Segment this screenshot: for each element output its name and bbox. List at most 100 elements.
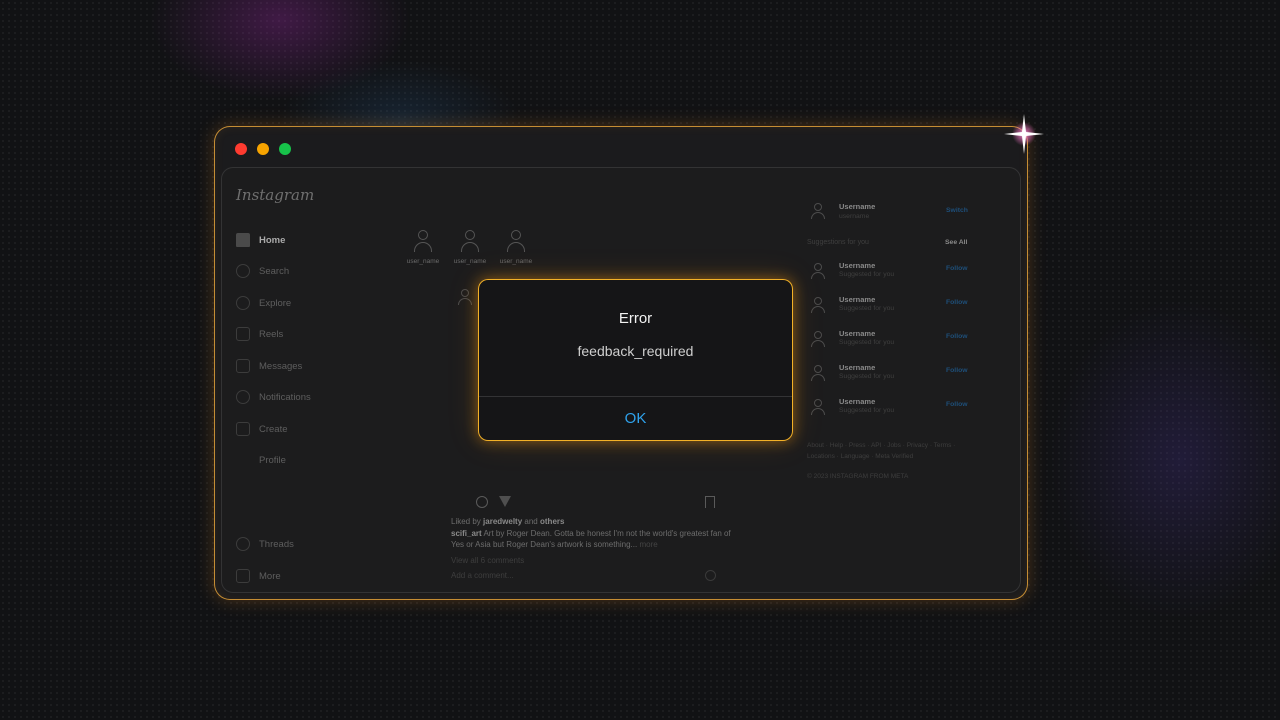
post-caption: scifi_art Art by Roger Dean. Gotta be ho… bbox=[451, 529, 741, 550]
plus-square-icon bbox=[236, 422, 250, 436]
suggestion-sub: Suggested for you bbox=[839, 407, 895, 414]
heart-icon bbox=[236, 390, 250, 404]
story-item[interactable]: user_name bbox=[493, 230, 539, 265]
suggestion-avatar[interactable] bbox=[811, 297, 825, 315]
error-dialog: Error feedback_required OK bbox=[478, 279, 793, 441]
avatar bbox=[458, 289, 472, 305]
threads-icon bbox=[236, 537, 250, 551]
current-user-avatar[interactable] bbox=[811, 203, 825, 221]
sidebar-item-label: Reels bbox=[259, 328, 284, 340]
dialog-message: feedback_required bbox=[577, 343, 694, 359]
sidebar-item-label: Threads bbox=[259, 538, 294, 550]
sidebar-item-home[interactable]: Home bbox=[236, 230, 285, 250]
sidebar-item-label: Create bbox=[259, 423, 288, 435]
copyright: © 2023 INSTAGRAM FROM META bbox=[807, 473, 909, 480]
avatar bbox=[811, 203, 825, 219]
home-icon bbox=[236, 233, 250, 247]
suggestion-sub: Suggested for you bbox=[839, 271, 895, 278]
share-icon[interactable] bbox=[499, 496, 511, 507]
sidebar-item-label: Home bbox=[259, 234, 286, 246]
sidebar-item-threads[interactable]: Threads bbox=[236, 534, 294, 554]
sidebar-item-label: More bbox=[259, 570, 281, 582]
reels-icon bbox=[236, 327, 250, 341]
current-user-name[interactable]: Username bbox=[839, 202, 875, 211]
post-likes: Liked by jaredwelty and others bbox=[451, 517, 564, 526]
likes-user[interactable]: jaredwelty bbox=[483, 517, 522, 526]
menu-icon bbox=[236, 569, 250, 583]
footer-links[interactable]: About · Help · Press · API · Jobs · Priv… bbox=[807, 440, 977, 462]
follow-button[interactable]: Follow bbox=[946, 265, 968, 272]
avatar bbox=[811, 365, 825, 381]
suggestion-sub: Suggested for you bbox=[839, 339, 895, 346]
suggestion-name[interactable]: Username bbox=[839, 261, 875, 270]
maximize-window-button[interactable] bbox=[279, 143, 291, 155]
sidebar-item-label: Notifications bbox=[259, 391, 311, 403]
sidebar-item-messages[interactable]: Messages bbox=[236, 356, 302, 376]
sidebar-item-search[interactable]: Search bbox=[236, 261, 289, 281]
switch-account-link[interactable]: Switch bbox=[946, 207, 968, 214]
sidebar-item-label: Search bbox=[259, 265, 290, 277]
sidebar-item-label: Messages bbox=[259, 360, 303, 372]
follow-button[interactable]: Follow bbox=[946, 299, 968, 306]
post-author-avatar[interactable] bbox=[458, 289, 474, 305]
suggestion-name[interactable]: Username bbox=[839, 397, 875, 406]
story-username: user_name bbox=[453, 258, 487, 265]
sidebar-item-notifications[interactable]: Notifications bbox=[236, 387, 311, 407]
suggestion-name[interactable]: Username bbox=[839, 295, 875, 304]
story-username: user_name bbox=[406, 258, 440, 265]
sidebar-item-reels[interactable]: Reels bbox=[236, 324, 283, 344]
compass-icon bbox=[236, 296, 250, 310]
sidebar-item-profile[interactable]: Profile bbox=[236, 450, 286, 470]
likes-and: and bbox=[524, 517, 538, 526]
bookmark-icon[interactable] bbox=[705, 496, 715, 508]
close-window-button[interactable] bbox=[235, 143, 247, 155]
likes-prefix: Liked by bbox=[451, 517, 481, 526]
avatar bbox=[811, 297, 825, 313]
caption-text: Art by Roger Dean. Gotta be honest I'm n… bbox=[451, 529, 731, 549]
story-item[interactable]: user_name bbox=[400, 230, 446, 265]
comment-icon[interactable] bbox=[476, 496, 488, 508]
follow-button[interactable]: Follow bbox=[946, 333, 968, 340]
suggestion-name[interactable]: Username bbox=[839, 329, 875, 338]
ok-button[interactable]: OK bbox=[479, 397, 792, 440]
likes-others[interactable]: others bbox=[540, 517, 564, 526]
avatar bbox=[811, 263, 825, 279]
sidebar-item-label: Explore bbox=[259, 297, 292, 309]
sparkle-icon bbox=[1004, 114, 1044, 154]
send-icon bbox=[236, 359, 250, 373]
caption-username[interactable]: scifi_art bbox=[451, 529, 482, 538]
see-all-link[interactable]: See All bbox=[945, 239, 967, 246]
minimize-window-button[interactable] bbox=[257, 143, 269, 155]
suggestion-avatar[interactable] bbox=[811, 263, 825, 281]
current-user-handle: username bbox=[839, 213, 870, 220]
instagram-logo[interactable]: Instagram bbox=[236, 186, 314, 204]
view-comments-link[interactable]: View all 6 comments bbox=[451, 556, 524, 565]
story-item[interactable]: user_name bbox=[447, 230, 493, 265]
sidebar-item-explore[interactable]: Explore bbox=[236, 293, 291, 313]
suggestions-title: Suggestions for you bbox=[807, 239, 869, 246]
story-username: user_name bbox=[499, 258, 533, 265]
follow-button[interactable]: Follow bbox=[946, 367, 968, 374]
suggestion-avatar[interactable] bbox=[811, 399, 825, 417]
dialog-title: Error bbox=[618, 310, 653, 327]
sidebar-item-more[interactable]: More bbox=[236, 566, 281, 586]
avatar bbox=[811, 331, 825, 347]
sidebar-item-create[interactable]: Create bbox=[236, 419, 288, 439]
suggestion-avatar[interactable] bbox=[811, 331, 825, 349]
avatar bbox=[460, 230, 480, 254]
search-icon bbox=[236, 264, 250, 278]
profile-icon bbox=[236, 453, 250, 467]
avatar bbox=[811, 399, 825, 415]
avatar bbox=[506, 230, 526, 254]
suggestion-name[interactable]: Username bbox=[839, 363, 875, 372]
background-glow bbox=[1050, 300, 1280, 620]
suggestion-sub: Suggested for you bbox=[839, 373, 895, 380]
emoji-icon[interactable] bbox=[705, 570, 716, 581]
caption-more-link[interactable]: more bbox=[639, 540, 657, 549]
sidebar-item-label: Profile bbox=[259, 454, 286, 466]
avatar bbox=[413, 230, 433, 254]
suggestion-sub: Suggested for you bbox=[839, 305, 895, 312]
suggestion-avatar[interactable] bbox=[811, 365, 825, 383]
follow-button[interactable]: Follow bbox=[946, 401, 968, 408]
add-comment-input[interactable]: Add a comment... bbox=[451, 571, 514, 580]
